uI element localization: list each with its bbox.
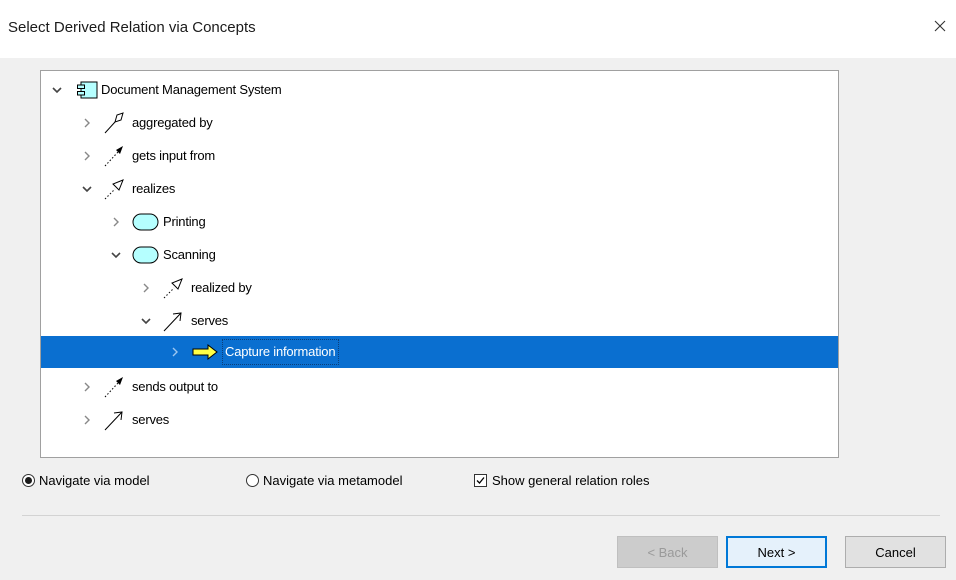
chevron-down-icon[interactable] <box>81 181 93 197</box>
access-relation-icon <box>101 374 127 400</box>
tree-item-label: Capture information <box>222 339 340 365</box>
radio-label: Navigate via model <box>39 472 150 488</box>
cancel-button[interactable]: Cancel <box>845 536 946 568</box>
chevron-right-icon[interactable] <box>81 412 93 428</box>
realization-relation-icon <box>160 275 186 301</box>
tree-item-scanning[interactable]: Scanning <box>41 239 838 271</box>
aggregation-relation-icon <box>101 110 127 136</box>
checkbox-label: Show general relation roles <box>492 472 650 488</box>
tree-item-printing[interactable]: Printing <box>41 206 838 238</box>
tree-item-realized-by[interactable]: realized by <box>41 272 838 304</box>
chevron-down-icon[interactable] <box>51 82 63 98</box>
tree-item-label: sends output to <box>132 379 218 394</box>
chevron-right-icon[interactable] <box>81 379 93 395</box>
tree-item-serves-2[interactable]: serves <box>41 404 838 436</box>
tree-item-label: serves <box>132 412 170 427</box>
tree-item-serves[interactable]: serves <box>41 305 838 337</box>
realization-relation-icon <box>101 176 127 202</box>
application-service-icon <box>130 209 160 235</box>
tree-item-realizes[interactable]: realizes <box>41 173 838 205</box>
application-service-icon <box>130 242 160 268</box>
tree-item-document-management-system[interactable]: Document Management System <box>41 74 838 106</box>
chevron-down-icon[interactable] <box>110 247 122 263</box>
navigate-via-metamodel-radio[interactable]: Navigate via metamodel <box>246 470 402 490</box>
tree-item-label: serves <box>191 313 229 328</box>
tree-item-aggregated-by[interactable]: aggregated by <box>41 107 838 139</box>
chevron-down-icon[interactable] <box>140 313 152 329</box>
navigate-via-model-radio[interactable]: Navigate via model <box>22 470 150 490</box>
tree-item-label: gets input from <box>132 148 215 163</box>
tree-item-label: Document Management System <box>101 82 282 97</box>
footer-divider <box>22 515 940 516</box>
business-process-icon <box>190 339 220 365</box>
tree-item-capture-information[interactable]: Capture information <box>41 336 838 368</box>
tree-item-label: Scanning <box>163 247 216 262</box>
close-icon[interactable] <box>930 16 950 36</box>
access-relation-icon <box>101 143 127 169</box>
serving-relation-icon <box>101 407 127 433</box>
radio-label: Navigate via metamodel <box>263 472 403 488</box>
show-general-relation-roles-checkbox[interactable]: Show general relation roles <box>474 470 650 490</box>
chevron-right-icon[interactable] <box>140 280 152 296</box>
navigation-options: Navigate via model Navigate via metamode… <box>0 470 956 492</box>
chevron-right-icon[interactable] <box>81 115 93 131</box>
tree-item-label: aggregated by <box>132 115 213 130</box>
dialog-title: Select Derived Relation via Concepts <box>8 19 256 36</box>
chevron-right-icon[interactable] <box>81 148 93 164</box>
chevron-right-icon[interactable] <box>169 344 181 360</box>
chevron-right-icon[interactable] <box>110 214 122 230</box>
radio-selected-icon[interactable] <box>22 473 35 487</box>
serving-relation-icon <box>160 308 186 334</box>
tree-item-label: Printing <box>163 214 206 229</box>
tree-item-label: realizes <box>132 181 176 196</box>
back-button[interactable]: < Back <box>617 536 718 568</box>
title-bar: Select Derived Relation via Concepts <box>0 0 956 58</box>
tree-item-gets-input-from[interactable]: gets input from <box>41 140 838 172</box>
concept-tree[interactable]: Document Management System aggregated by… <box>40 70 839 458</box>
application-component-icon <box>73 77 99 103</box>
tree-item-sends-output-to[interactable]: sends output to <box>41 371 838 403</box>
checkmark-icon[interactable] <box>474 473 487 487</box>
tree-item-label: realized by <box>191 280 252 295</box>
next-button[interactable]: Next > <box>726 536 827 568</box>
radio-unselected-icon[interactable] <box>246 473 259 487</box>
